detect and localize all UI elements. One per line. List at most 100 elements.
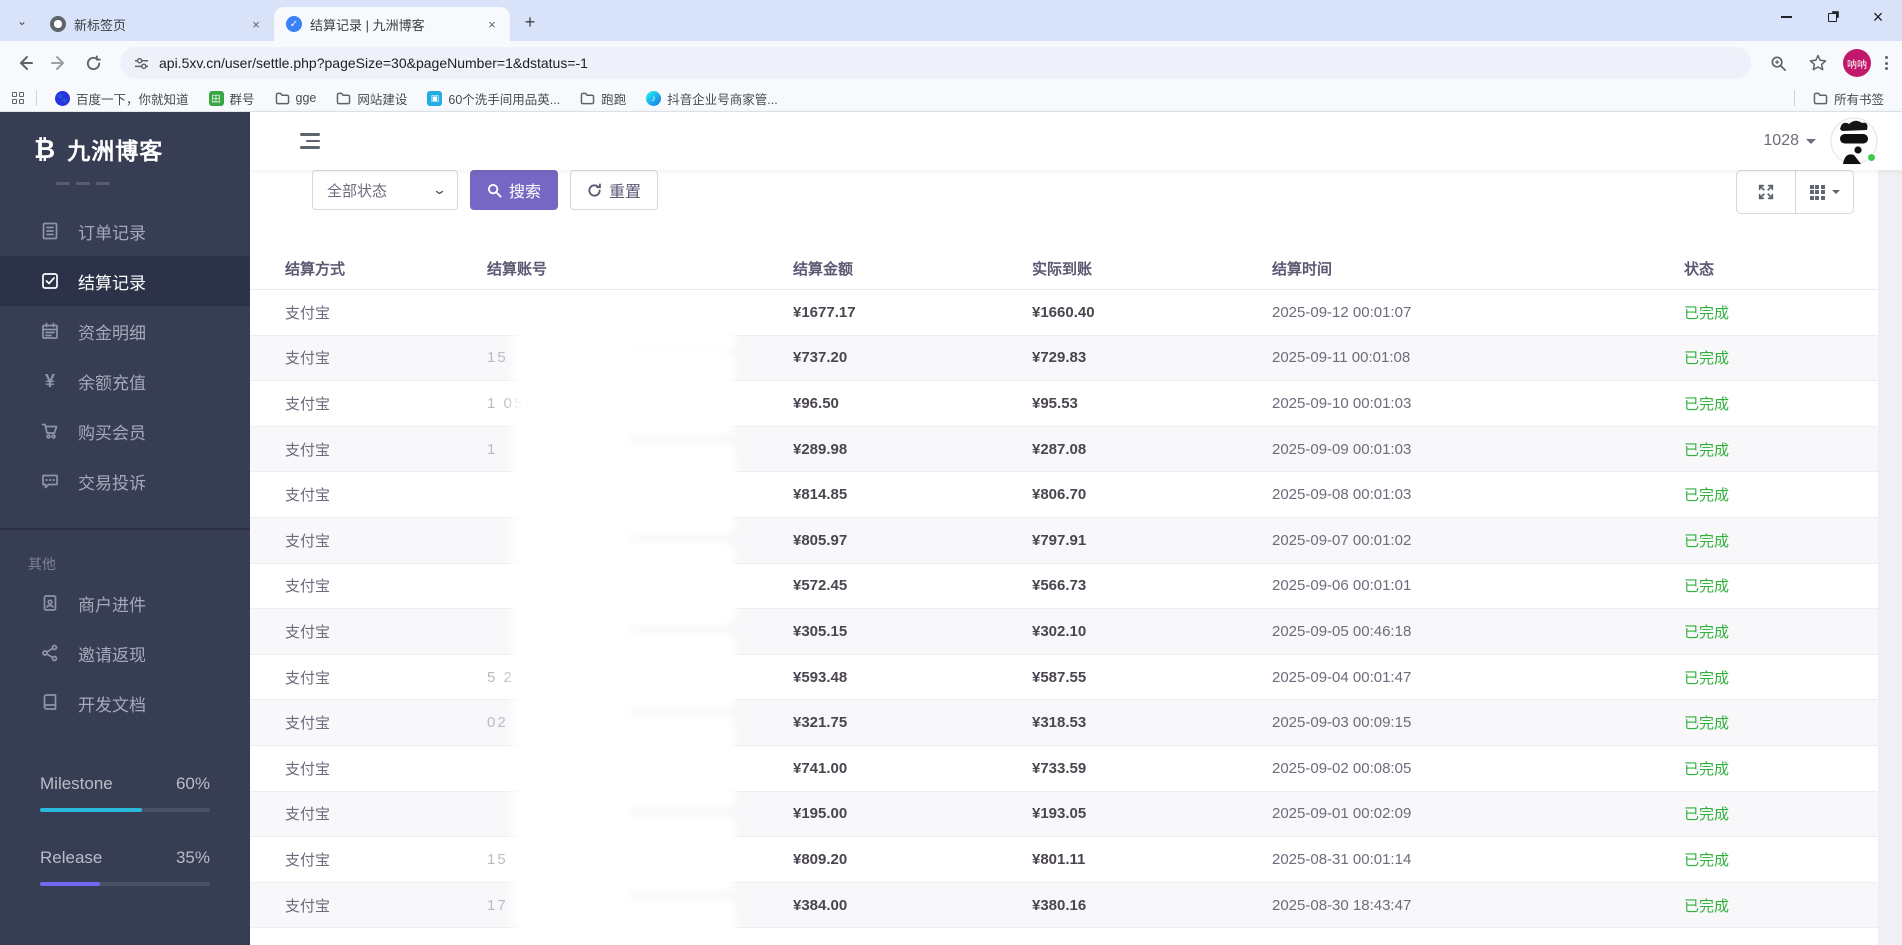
user-avatar[interactable] [1830,117,1878,165]
cell-time: 2025-08-30 18:43:47 [1272,896,1412,914]
cell-method: 支付宝 [285,897,331,915]
bookmark-star-icon[interactable] [1803,48,1833,78]
sidebar-item-merchant[interactable]: 商户进件 [0,578,250,628]
sidebar-item-funds[interactable]: 资金明细 [0,306,250,356]
bookmark-bilibili[interactable]: ▣ 60个洗手间用品英... [419,87,568,110]
refresh-icon [588,182,601,197]
check-square-icon [42,273,58,289]
table-row: 支付宝 ¥741.00 ¥733.59 2025-09-02 00:08:05 … [250,745,1878,809]
bookmark-baidu[interactable]: 🐾 百度一下，你就知道 [47,87,197,110]
sidebar-item-complaints[interactable]: 交易投诉 [0,456,250,506]
bookmark-folder-paopao[interactable]: 跑跑 [572,87,634,110]
window-restore-button[interactable] [1822,7,1842,27]
sidebar-toggle-icon[interactable] [296,129,324,153]
address-bar[interactable]: api.5xv.cn/user/settle.php?pageSize=30&p… [120,47,1751,79]
cell-method: 支付宝 [285,623,331,641]
app-logo[interactable]: ₿ 九洲博客 [0,112,250,176]
fullscreen-button[interactable] [1737,171,1795,213]
cell-status: 已完成 [1684,851,1730,869]
cell-method: 支付宝 [285,532,331,550]
bookmark-folder-website[interactable]: 网站建设 [328,87,415,110]
green-app-icon: 田 [208,90,224,106]
tab-close-icon[interactable]: × [484,16,500,32]
cell-received: ¥95.53 [1032,394,1078,412]
sidebar-item-docs[interactable]: 开发文档 [0,678,250,728]
search-button[interactable]: 搜索 [470,170,559,210]
cell-received: ¥193.05 [1032,805,1087,823]
browser-tab-active[interactable]: ✓ 结算记录 | 九洲博客 × [274,7,510,41]
yen-icon: ¥ [44,370,55,391]
cell-status: 已完成 [1684,441,1730,459]
new-tab-button[interactable]: + [516,8,544,36]
bookmark-douyin[interactable]: ♪ 抖音企业号商家管... [638,87,785,110]
status-select[interactable]: 全部状态 ⌄ [312,170,458,210]
milestone-bar [40,808,210,812]
cell-amount: ¥96.50 [793,394,839,412]
account-fragment: 1 [487,440,498,458]
privacy-mask [525,770,735,809]
tab-search-chevron-icon[interactable]: ⌄ [8,7,36,35]
cell-status: 已完成 [1684,350,1730,368]
browser-profile-avatar[interactable]: 呐呐 [1843,49,1871,77]
cell-time: 2025-09-12 00:01:07 [1272,303,1412,321]
sidebar-item-recharge[interactable]: ¥ 余额充值 [0,356,250,406]
all-bookmarks[interactable]: 所有书签 [1805,87,1892,110]
bookmark-qunhao[interactable]: 田 群号 [201,87,263,110]
cell-time: 2025-09-08 00:01:03 [1272,486,1412,504]
online-status-dot [1866,152,1877,163]
forward-icon[interactable] [44,48,74,78]
cell-amount: ¥809.20 [793,850,848,868]
cell-account: 1 [487,440,793,481]
url-text[interactable]: api.5xv.cn/user/settle.php?pageSize=30&p… [159,55,588,71]
grid-icon [1809,184,1825,200]
window-close-button[interactable]: × [1868,7,1888,27]
privacy-mask [525,314,735,353]
chat-bubble-icon [42,474,58,489]
chevron-down-icon [1806,138,1816,144]
table-row: 支付宝 ¥195.00 ¥193.05 2025-09-01 00:02:09 … [250,791,1878,854]
cell-status: 已完成 [1684,578,1730,596]
sidebar-item-membership[interactable]: 购买会员 [0,406,250,456]
site-settings-tune-icon[interactable] [134,56,149,71]
browser-menu-icon[interactable] [1881,52,1892,74]
main-header: 1028 [250,112,1902,170]
sidebar-item-settlements[interactable]: 结算记录 [0,256,250,306]
bookmark-folder-gge[interactable]: gge [267,89,325,107]
privacy-mask [525,852,735,891]
cell-method: 支付宝 [285,578,331,596]
table-row: 支付宝 ¥572.45 ¥566.73 2025-09-06 00:01:01 … [250,563,1878,626]
sidebar-item-referral[interactable]: 邀请返现 [0,628,250,678]
tab-close-icon[interactable]: × [248,16,264,32]
col-status: 状态 [1684,261,1715,278]
logo-name: 九洲博客 [67,138,164,164]
privacy-mask [525,496,735,535]
reload-icon[interactable] [78,48,108,78]
balance-dropdown[interactable]: 1028 [1763,132,1816,150]
cell-time: 2025-09-11 00:01:08 [1272,349,1411,367]
cell-received: ¥797.91 [1032,531,1087,549]
cell-amount: ¥741.00 [793,759,848,777]
columns-dropdown-button[interactable] [1795,171,1853,213]
account-fragment: 5 2 [487,668,514,686]
share-icon [42,644,58,662]
privacy-mask [525,898,735,937]
browser-tab-newtab[interactable]: 新标签页 × [38,7,274,41]
apps-grid-icon[interactable] [10,90,26,106]
filter-row: 全部状态 ⌄ 搜索 重置 [250,170,1878,224]
cell-time: 2025-09-07 00:01:02 [1272,531,1412,549]
cell-method: 支付宝 [285,395,331,413]
sidebar: ₿ 九洲博客 订单记录 结算记录 资金明细 ¥ 余额充值 购买会员 交易投诉 其… [0,112,250,945]
release-percent: 35% [175,848,210,867]
cell-method: 支付宝 [285,851,331,869]
cell-status: 已完成 [1684,532,1730,550]
privacy-mask [525,396,735,435]
back-icon[interactable] [10,48,40,78]
app-favicon: ✓ [286,16,302,32]
reset-button[interactable]: 重置 [570,170,659,210]
release-bar-fill [40,882,100,886]
milestone-bar-fill [40,808,142,812]
zoom-icon[interactable] [1763,48,1793,78]
col-account: 结算账号 [487,261,548,278]
sidebar-item-orders[interactable]: 订单记录 [0,206,250,256]
window-minimize-button[interactable] [1776,7,1796,27]
